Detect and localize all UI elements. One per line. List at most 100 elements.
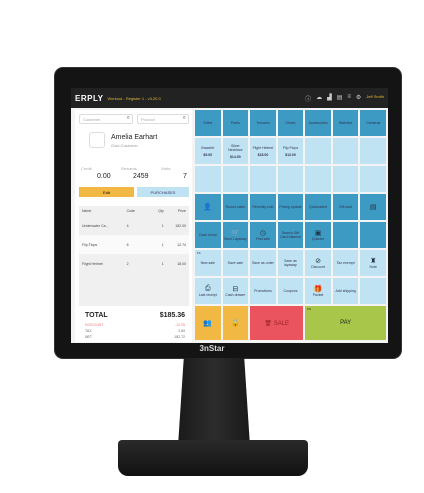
item-qty: 1: [161, 261, 164, 266]
table-header: Name Code Qty Price: [79, 206, 189, 216]
tile-label: Save as order: [252, 261, 274, 265]
extra-function-tile[interactable]: ⎙ Last receipt: [195, 278, 221, 304]
function-tile[interactable]: Round sales: [222, 194, 249, 220]
category-tile[interactable]: Accessories: [305, 110, 331, 136]
pos-screen: ERPLY Workout - Register 1 - v3.20.0 ⓘ ☁…: [71, 88, 388, 343]
stat-value: 7: [183, 173, 187, 180]
tile-label: Trousers: [256, 121, 270, 125]
info-icon[interactable]: ⓘ: [305, 94, 311, 103]
empty-tile[interactable]: [332, 166, 359, 192]
empty-tile[interactable]: [195, 166, 221, 192]
purchases-button[interactable]: PURCHASES: [137, 187, 189, 197]
calendar-icon[interactable]: ▤: [337, 94, 343, 103]
trash-icon: 🗑: [264, 320, 273, 327]
tile-label: Coupons: [283, 289, 298, 293]
product-tile[interactable]: Flight Helmet $18.00: [250, 138, 276, 164]
empty-tile[interactable]: [305, 166, 331, 192]
tile-label: Search Gift Card balance: [280, 231, 301, 239]
function-tile[interactable]: ▣ Queues: [305, 222, 331, 248]
extra-function-tile[interactable]: Add shipping: [332, 278, 359, 304]
app-logo: ERPLY: [75, 93, 104, 103]
function-tile[interactable]: ◷ Find sale: [250, 222, 276, 248]
product-tile[interactable]: Flip Flops $13.00: [277, 138, 304, 164]
function-tile[interactable]: Quickselect: [305, 194, 331, 220]
col-code: Code: [126, 209, 135, 213]
extra-function-tile[interactable]: Promotions: [250, 278, 276, 304]
function-tile[interactable]: Search Gift Card balance: [277, 222, 304, 248]
empty-tile[interactable]: [360, 138, 386, 164]
category-tile[interactable]: Pants: [222, 110, 249, 136]
discount-label: DISCOUNT: [85, 323, 104, 327]
function-tile[interactable]: Gift card: [332, 194, 359, 220]
stat-value: 0.00: [97, 173, 111, 180]
tile-label: Bracelet: [201, 145, 215, 150]
tile-label: Round sales: [225, 205, 246, 209]
total-label: TOTAL: [85, 312, 108, 319]
user-name[interactable]: Jeff Smith: [366, 94, 384, 103]
table-row[interactable]: Flight Helmet 2 1 18.00: [79, 254, 189, 273]
empty-tile[interactable]: [277, 166, 304, 192]
sale-function-tile[interactable]: Save as layaway: [277, 250, 304, 276]
lock-button[interactable]: 🔒: [222, 306, 249, 340]
stat-label: Visits: [161, 166, 171, 171]
table-row[interactable]: Flip Flops 6 1 12.74: [79, 235, 189, 254]
sale-function-tile[interactable]: ♜ Note: [360, 250, 386, 276]
empty-tile[interactable]: [360, 278, 386, 304]
menu-icon[interactable]: ≡: [347, 94, 351, 103]
gear-icon[interactable]: ⚙: [356, 94, 361, 103]
empty-tile[interactable]: [332, 138, 359, 164]
tax-row: TAX 2.84: [85, 329, 185, 333]
category-tile[interactable]: Watches: [332, 110, 359, 136]
item-name: Underwater Ca...: [82, 223, 109, 228]
product-search-input[interactable]: Product ⌕: [137, 114, 189, 124]
pay-button[interactable]: F9 PAY: [305, 306, 386, 340]
empty-tile[interactable]: [305, 138, 331, 164]
product-tile[interactable]: Silver Necklace $14.90: [222, 138, 249, 164]
customer-tile[interactable]: 👤: [195, 194, 221, 220]
item-qty: 1: [161, 242, 164, 247]
function-tile[interactable]: Recently sold: [250, 194, 276, 220]
function-tile[interactable]: Cash in/out: [195, 222, 221, 248]
product-tile[interactable]: Bracelet $9.00: [195, 138, 221, 164]
category-tile[interactable]: Trousers: [250, 110, 276, 136]
category-tile[interactable]: Shoes: [277, 110, 304, 136]
item-name: Flight Helmet: [82, 261, 103, 266]
sale-function-tile[interactable]: F6 New sale: [195, 250, 221, 276]
tile-label: Shoes: [285, 121, 296, 125]
empty-tile[interactable]: [360, 166, 386, 192]
tile-label: Discount: [311, 265, 325, 269]
empty-tile[interactable]: [332, 222, 359, 248]
tile-label: Gift card: [339, 205, 353, 209]
cloud-icon[interactable]: ☁: [316, 94, 322, 103]
function-tile[interactable]: ▤: [360, 194, 386, 220]
customers-button[interactable]: 👥: [195, 306, 221, 340]
tile-label: Silver Necklace: [228, 143, 243, 152]
category-tile[interactable]: Cameras: [360, 110, 386, 136]
empty-tile[interactable]: [222, 166, 249, 192]
function-tile[interactable]: 🛒 Save Layaway: [222, 222, 249, 248]
sale-function-tile[interactable]: Save as order: [250, 250, 276, 276]
function-tile[interactable]: Pricing update: [277, 194, 304, 220]
sale-function-tile[interactable]: ⊘ Discount: [305, 250, 331, 276]
empty-tile[interactable]: [360, 222, 386, 248]
tile-label: Pricing update: [279, 205, 302, 209]
item-qty: 1: [161, 223, 164, 228]
extra-function-tile[interactable]: ⊟ Cash drawer: [222, 278, 249, 304]
product-price: $18.00: [257, 152, 269, 157]
customer-search-input[interactable]: Customer ⌕: [79, 114, 133, 124]
sale-button[interactable]: 🗑 SALE: [250, 306, 304, 340]
category-tile[interactable]: Shirts: [195, 110, 221, 136]
empty-tile[interactable]: [250, 166, 276, 192]
brand-logo: 3nStar: [199, 344, 225, 353]
tile-label: Pants: [230, 121, 240, 125]
edit-customer-button[interactable]: Edit: [79, 187, 134, 197]
sale-function-tile[interactable]: Save sale: [222, 250, 249, 276]
shortcut-key: F9: [307, 307, 311, 311]
extra-function-tile[interactable]: 🎁 Packet: [305, 278, 331, 304]
sale-function-tile[interactable]: Tax exempt: [332, 250, 359, 276]
net-label: NET: [85, 335, 92, 339]
tile-label: Shirts: [203, 121, 213, 125]
col-qty: Qty: [158, 209, 164, 213]
extra-function-tile[interactable]: Coupons: [277, 278, 304, 304]
table-row[interactable]: Underwater Ca... 4 1 152.00: [79, 216, 189, 235]
